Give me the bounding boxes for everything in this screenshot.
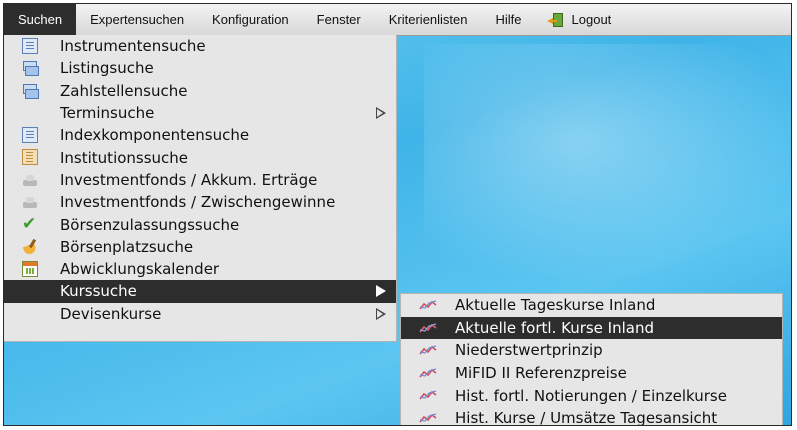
menu-item-institutionssuche[interactable]: Institutionssuche xyxy=(4,146,396,168)
menu-kriterienlisten[interactable]: Kriterienlisten xyxy=(375,4,482,35)
coin-pile-icon xyxy=(22,194,38,210)
submenu-arrow-icon xyxy=(376,106,386,119)
menu-item-boersenzulassungssuche[interactable]: ✔ Börsenzulassungssuche xyxy=(4,213,396,235)
menu-expertensuchen[interactable]: Expertensuchen xyxy=(76,4,198,35)
menu-item-label: Investmentfonds / Akkum. Erträge xyxy=(60,170,318,189)
submenu-arrow-icon xyxy=(376,285,386,298)
document-list-icon xyxy=(22,38,38,54)
menu-item-listingsuche[interactable]: Listingsuche xyxy=(4,57,396,79)
submenu-item-fortl-kurse-inland[interactable]: Aktuelle fortl. Kurse Inland xyxy=(401,316,782,340)
submenu-item-label: Hist. fortl. Notierungen / Einzelkurse xyxy=(455,386,727,405)
application-window: Suchen Expertensuchen Konfiguration Fens… xyxy=(3,3,792,426)
menu-item-label: Investmentfonds / Zwischengewinne xyxy=(60,193,336,212)
price-chart-icon xyxy=(419,300,437,310)
logout-icon xyxy=(546,12,564,27)
submenu-item-niederstwertprinzip[interactable]: Niederstwertprinzip xyxy=(401,339,782,362)
menu-item-label: Börsenplatzsuche xyxy=(60,237,194,256)
menu-item-label: Terminsuche xyxy=(60,104,155,123)
submenu-item-label: Hist. Kurse / Umsätze Tagesansicht xyxy=(455,409,718,426)
menu-item-devisenkurse[interactable]: Devisenkurse xyxy=(4,303,396,325)
menu-item-label: Devisenkurse xyxy=(60,304,162,323)
menu-fenster[interactable]: Fenster xyxy=(303,4,375,35)
submenu-item-tageskurse-inland[interactable]: Aktuelle Tageskurse Inland xyxy=(401,294,782,317)
menu-bar: Suchen Expertensuchen Konfiguration Fens… xyxy=(4,4,791,36)
price-chart-icon xyxy=(419,413,437,423)
menu-item-investmentfonds-akkum[interactable]: Investmentfonds / Akkum. Erträge xyxy=(4,169,396,191)
menu-item-label: Börsenzulassungssuche xyxy=(60,215,240,234)
menu-hilfe[interactable]: Hilfe xyxy=(482,4,536,35)
submenu-arrow-icon xyxy=(376,307,386,320)
menu-item-label: Instrumentensuche xyxy=(60,37,206,56)
submenu-item-label: Aktuelle Tageskurse Inland xyxy=(455,296,656,315)
suchen-dropdown-menu: Instrumentensuche Listingsuche Zahlstell… xyxy=(4,35,397,342)
checkmark-icon: ✔ xyxy=(22,214,37,235)
menu-item-instrumentensuche[interactable]: Instrumentensuche xyxy=(4,35,396,57)
menu-item-abwicklungskalender[interactable]: Abwicklungskalender xyxy=(4,258,396,280)
ledger-book-icon xyxy=(22,149,38,166)
menu-item-zahlstellensuche[interactable]: Zahlstellensuche xyxy=(4,80,396,102)
logout-button[interactable]: Logout xyxy=(536,4,626,35)
stacked-windows-icon xyxy=(22,83,39,99)
price-chart-icon xyxy=(419,368,437,378)
logout-label: Logout xyxy=(571,12,612,27)
coin-pile-icon xyxy=(22,172,38,188)
submenu-item-hist-kurse-umsaetze[interactable]: Hist. Kurse / Umsätze Tagesansicht xyxy=(401,407,782,426)
menu-item-investmentfonds-zwischen[interactable]: Investmentfonds / Zwischengewinne xyxy=(4,191,396,213)
submenu-item-label: Niederstwertprinzip xyxy=(455,341,603,360)
submenu-item-hist-fortl-notierungen[interactable]: Hist. fortl. Notierungen / Einzelkurse xyxy=(401,384,782,407)
menu-item-label: Institutionssuche xyxy=(60,148,189,167)
menu-item-label: Zahlstellensuche xyxy=(60,81,188,100)
menu-item-label: Abwicklungskalender xyxy=(60,260,220,279)
kurssuche-submenu: Aktuelle Tageskurse Inland Aktuelle fort… xyxy=(400,293,783,426)
broom-icon xyxy=(22,239,38,255)
price-chart-icon xyxy=(419,323,437,333)
menu-item-label: Listingsuche xyxy=(60,59,154,78)
submenu-item-mifid-referenzpreise[interactable]: MiFID II Referenzpreise xyxy=(401,362,782,385)
desktop-background xyxy=(424,44,791,284)
menu-suchen[interactable]: Suchen xyxy=(4,4,77,35)
price-chart-icon xyxy=(419,390,437,400)
menu-item-boersenplatzsuche[interactable]: Börsenplatzsuche xyxy=(4,236,396,258)
menu-item-label: Indexkomponentensuche xyxy=(60,126,250,145)
stacked-windows-icon xyxy=(22,60,39,77)
submenu-item-label: Aktuelle fortl. Kurse Inland xyxy=(455,318,654,337)
price-chart-icon xyxy=(419,345,437,355)
menu-item-indexkomponentensuche[interactable]: Indexkomponentensuche xyxy=(4,124,396,146)
menu-item-terminsuche[interactable]: Terminsuche xyxy=(4,102,396,124)
calendar-icon xyxy=(22,260,38,277)
submenu-item-label: MiFID II Referenzpreise xyxy=(455,364,627,383)
menu-item-kurssuche[interactable]: Kurssuche xyxy=(4,280,396,303)
menu-item-label: Kurssuche xyxy=(60,282,137,301)
document-list-icon xyxy=(22,127,38,144)
menu-konfiguration[interactable]: Konfiguration xyxy=(198,4,303,35)
